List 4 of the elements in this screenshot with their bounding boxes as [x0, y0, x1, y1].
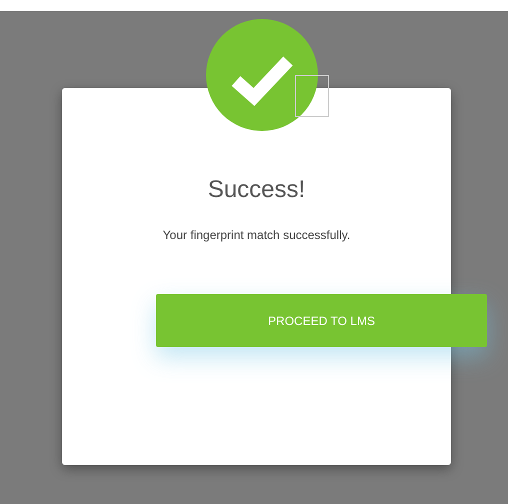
proceed-button[interactable]: PROCEED TO LMS — [156, 294, 487, 347]
dialog-message: Your fingerprint match successfully. — [162, 227, 350, 244]
dialog-title: Success! — [208, 175, 306, 205]
square-outline — [295, 75, 329, 117]
